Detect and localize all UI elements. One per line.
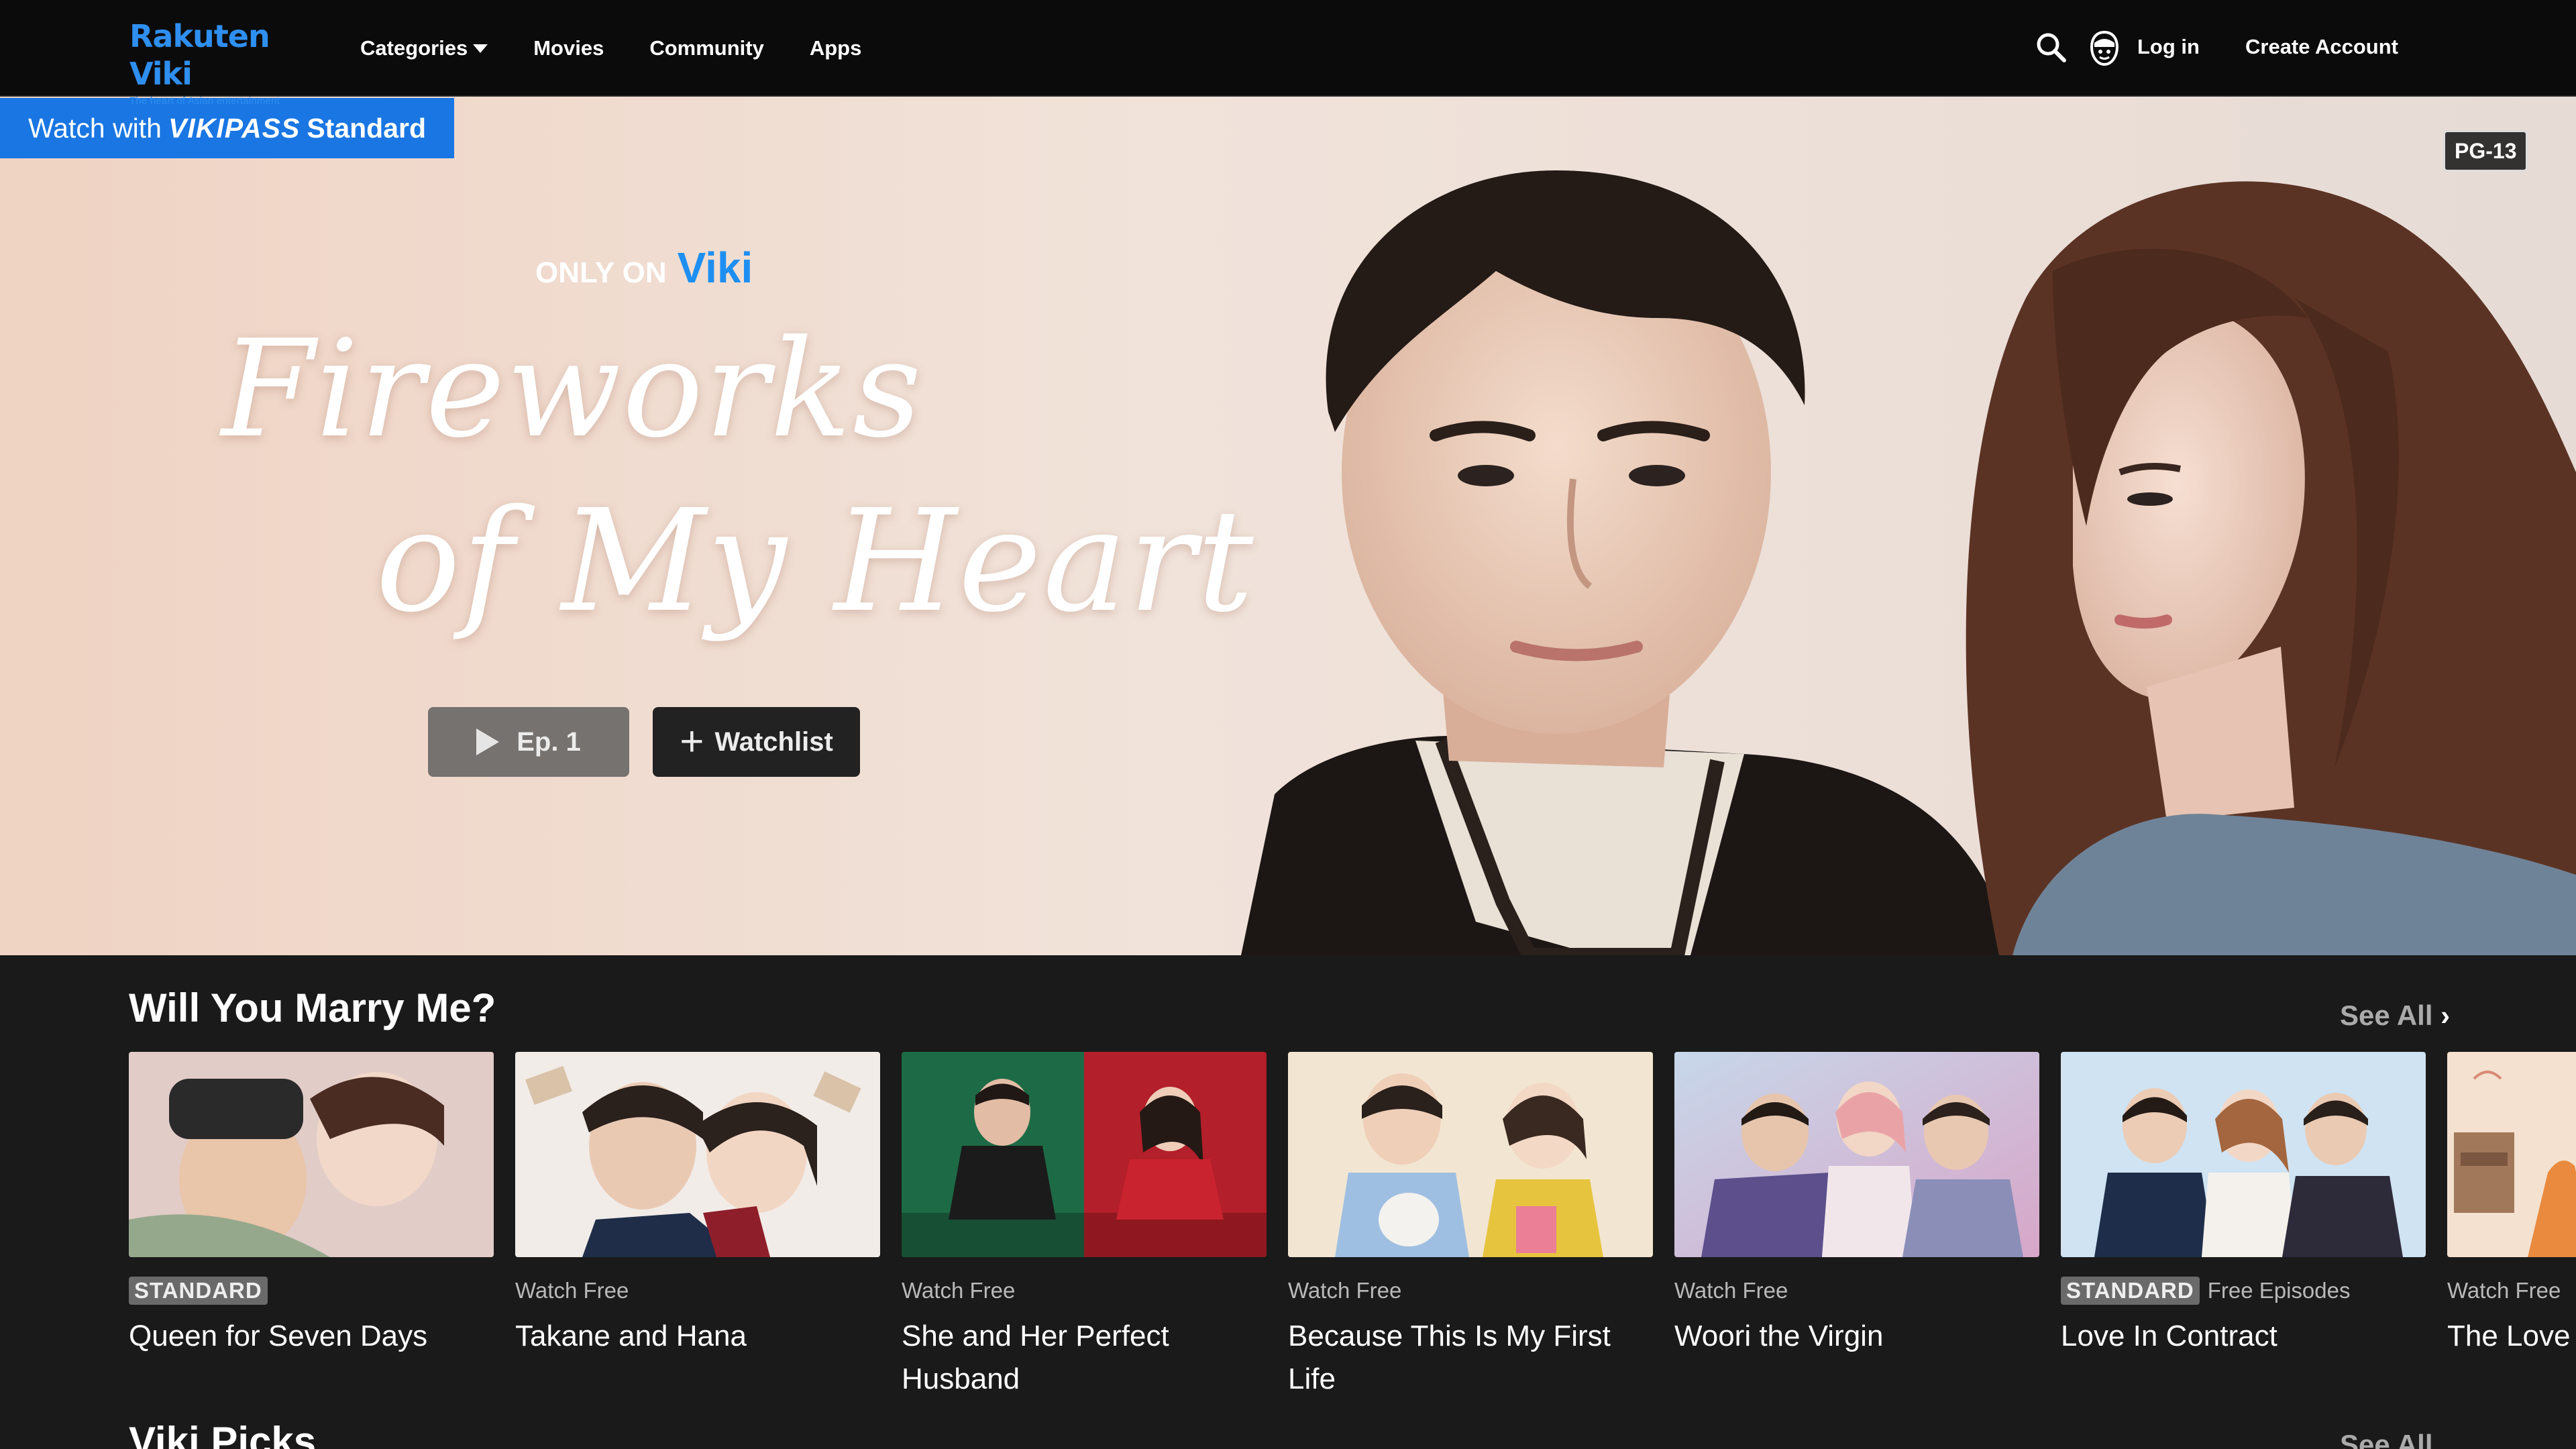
top-navigation-bar: Rakuten Viki The heart of Asian entertai…	[0, 0, 2576, 107]
badge-brand: VIKIPASS	[168, 112, 301, 144]
card-meta: Watch Free	[1288, 1278, 1402, 1303]
card-title: The Love	[2447, 1320, 2571, 1352]
play-episode-label: Ep. 1	[517, 727, 581, 757]
thumbnail-art	[515, 1052, 880, 1257]
rakuten-viki-logo[interactable]: Rakuten Viki The heart of Asian entertai…	[129, 17, 311, 107]
only-on-viki-label: ONLY ON Viki	[535, 243, 753, 292]
nav-categories-label: Categories	[360, 36, 468, 60]
show-card[interactable]: Watch Free Woori the Virgin	[1674, 1052, 2039, 1358]
nav-categories[interactable]: Categories	[360, 36, 488, 60]
card-meta: Watch Free	[2447, 1278, 2561, 1303]
next-row-see-all-link[interactable]: See All	[2340, 1429, 2433, 1449]
content-rating-badge: PG-13	[2443, 130, 2528, 172]
card-meta: STANDARD Free Episodes	[2061, 1276, 2426, 1305]
play-episode-button[interactable]: Ep. 1	[428, 707, 629, 777]
login-link[interactable]: Log in	[2137, 31, 2200, 63]
hero-title-line-1: Fireworks	[221, 311, 923, 468]
show-card[interactable]: STANDARD Queen for Seven Days	[129, 1052, 494, 1358]
standard-tag: STANDARD	[2061, 1277, 2200, 1305]
card-meta: STANDARD	[129, 1276, 494, 1305]
card-meta: Watch Free	[1674, 1278, 1788, 1303]
content-row-section: Will You Marry Me? See All STANDARD Quee…	[0, 955, 2576, 1449]
thumbnail-art	[902, 1052, 1267, 1257]
kids-mode-icon[interactable]	[2088, 30, 2121, 67]
show-card[interactable]: Watch Free Because This Is My First Life	[1288, 1052, 1653, 1401]
show-thumbnail	[129, 1052, 494, 1257]
card-meta: Watch Free	[902, 1278, 1016, 1303]
card-title: Love In Contract	[2061, 1320, 2277, 1352]
show-thumbnail	[2447, 1052, 2576, 1257]
plus-icon: +	[680, 718, 704, 765]
next-row-title: Viki Picks	[129, 1419, 317, 1449]
card-title: Takane and Hana	[515, 1320, 747, 1352]
create-account-link[interactable]: Create Account	[2245, 31, 2398, 63]
nav-community[interactable]: Community	[649, 36, 764, 60]
logo-tagline: The heart of Asian entertainment	[129, 95, 280, 107]
thumbnail-art	[1288, 1052, 1653, 1257]
chevron-down-icon	[473, 44, 488, 53]
card-meta-text: Free Episodes	[2207, 1278, 2351, 1303]
thumbnail-art	[129, 1052, 494, 1257]
show-thumbnail	[1288, 1052, 1653, 1257]
card-title: Because This Is My First Life	[1288, 1320, 1611, 1395]
row-title: Will You Marry Me?	[129, 985, 496, 1030]
thumbnail-art	[2447, 1052, 2576, 1257]
play-icon	[476, 729, 500, 755]
only-on-text: ONLY ON	[535, 256, 667, 289]
show-card[interactable]: Watch Free She and Her Perfect Husband	[902, 1052, 1267, 1401]
watchlist-label: Watchlist	[714, 727, 833, 757]
vikipass-standard-badge[interactable]: Watch with VIKIPASS Standard	[0, 98, 455, 158]
show-card[interactable]: STANDARD Free Episodes Love In Contract	[2061, 1052, 2426, 1358]
show-thumbnail	[1674, 1052, 2039, 1257]
see-all-link[interactable]: See All	[2340, 1000, 2450, 1032]
card-carousel: STANDARD Queen for Seven Days Watch Free…	[129, 1052, 2576, 1428]
card-meta: Watch Free	[515, 1278, 629, 1303]
thumbnail-art	[1674, 1052, 2039, 1257]
hero-banner[interactable]: Watch with VIKIPASS Standard PG-13 ONLY …	[0, 97, 2576, 955]
logo-wordmark: Rakuten Viki	[129, 18, 270, 92]
show-card[interactable]: Watch Free The Love	[2447, 1052, 2576, 1358]
badge-prefix: Watch with	[28, 112, 162, 144]
only-on-brand: Viki	[677, 244, 753, 292]
standard-tag: STANDARD	[129, 1277, 268, 1305]
card-title: Queen for Seven Days	[129, 1320, 428, 1352]
hero-title-line-2: of My Heart	[376, 479, 1255, 643]
nav-apps[interactable]: Apps	[810, 36, 862, 60]
add-to-watchlist-button[interactable]: + Watchlist	[653, 707, 860, 777]
badge-tier: Standard	[307, 112, 427, 144]
thumbnail-art	[2061, 1052, 2426, 1257]
card-title: Woori the Virgin	[1674, 1320, 1884, 1352]
nav-movies[interactable]: Movies	[533, 36, 604, 60]
card-title: She and Her Perfect Husband	[902, 1320, 1169, 1395]
search-icon[interactable]	[2035, 31, 2068, 64]
show-thumbnail	[515, 1052, 880, 1257]
show-card[interactable]: Watch Free Takane and Hana	[515, 1052, 880, 1358]
show-thumbnail	[2061, 1052, 2426, 1257]
show-thumbnail	[902, 1052, 1267, 1257]
main-menu: Categories Movies Community Apps	[360, 0, 907, 97]
